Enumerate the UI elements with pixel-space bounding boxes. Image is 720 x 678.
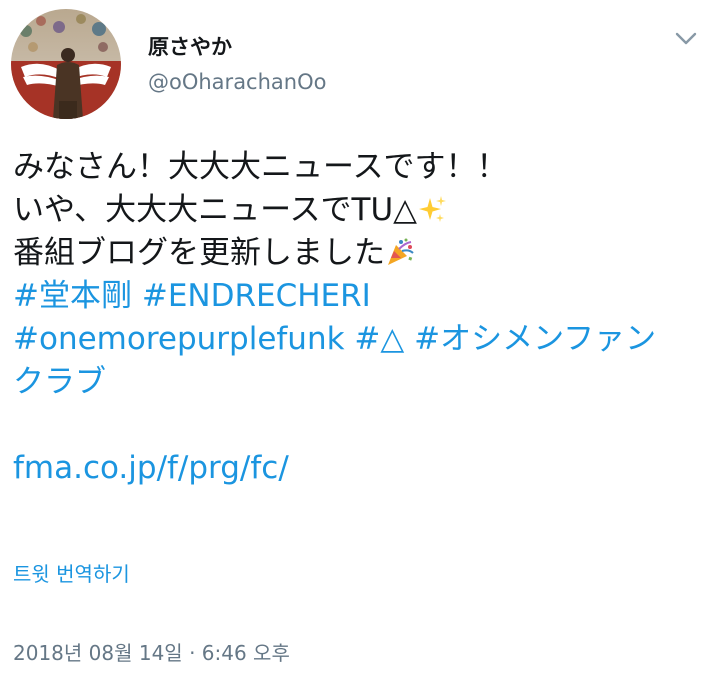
avatar[interactable] <box>11 9 121 119</box>
tweet-line: みなさん！大大大ニュースです！！ <box>13 149 508 185</box>
tweet-menu-button[interactable] <box>672 28 700 50</box>
sparkles-emoji-icon <box>419 196 446 222</box>
hashtag-link[interactable]: #堂本剛 <box>13 278 132 314</box>
tweet-line: クラブ <box>13 361 703 404</box>
tweet-line: いや、大大大ニュースでTU△ <box>13 189 703 232</box>
tweet-line: #onemorepurplefunk #△ #オシメンファン <box>13 318 703 361</box>
avatar-image <box>11 9 121 119</box>
hashtag-link-continued[interactable]: クラブ <box>13 364 106 400</box>
tweet-text: みなさん！大大大ニュースです！！ いや、大大大ニュースでTU△ 番組ブログを更新… <box>13 146 703 490</box>
user-handle[interactable]: @oOharachanOo <box>148 69 326 95</box>
hashtag-link[interactable]: #ENDRECHERI <box>142 278 371 314</box>
tweet-line-text: いや、大大大ニュースでTU△ <box>13 192 417 228</box>
translate-tweet-link[interactable]: 트윗 번역하기 <box>13 561 130 587</box>
display-name[interactable]: 原さやか <box>148 34 232 60</box>
url-link[interactable]: fma.co.jp/f/prg/fc/ <box>13 450 289 486</box>
hashtag-link[interactable]: #△ <box>354 321 404 357</box>
hashtag-link[interactable]: #onemorepurplefunk <box>13 321 345 357</box>
tweet-line: #堂本剛 #ENDRECHERI <box>13 275 703 318</box>
tweet-timestamp[interactable]: 2018년 08월 14일 · 6:46 오후 <box>13 640 290 666</box>
party-popper-emoji-icon <box>388 238 414 265</box>
tweet-card: 原さやか @oOharachanOo みなさん！大大大ニュースです！！ いや、大… <box>0 0 720 678</box>
tweet-line-text: 番組ブログを更新しました <box>13 235 385 271</box>
tweet-line: 番組ブログを更新しました <box>13 232 703 275</box>
tweet-line: fma.co.jp/f/prg/fc/ <box>13 447 703 490</box>
hashtag-link[interactable]: #オシメンファン <box>414 321 656 357</box>
chevron-down-icon <box>675 32 697 45</box>
